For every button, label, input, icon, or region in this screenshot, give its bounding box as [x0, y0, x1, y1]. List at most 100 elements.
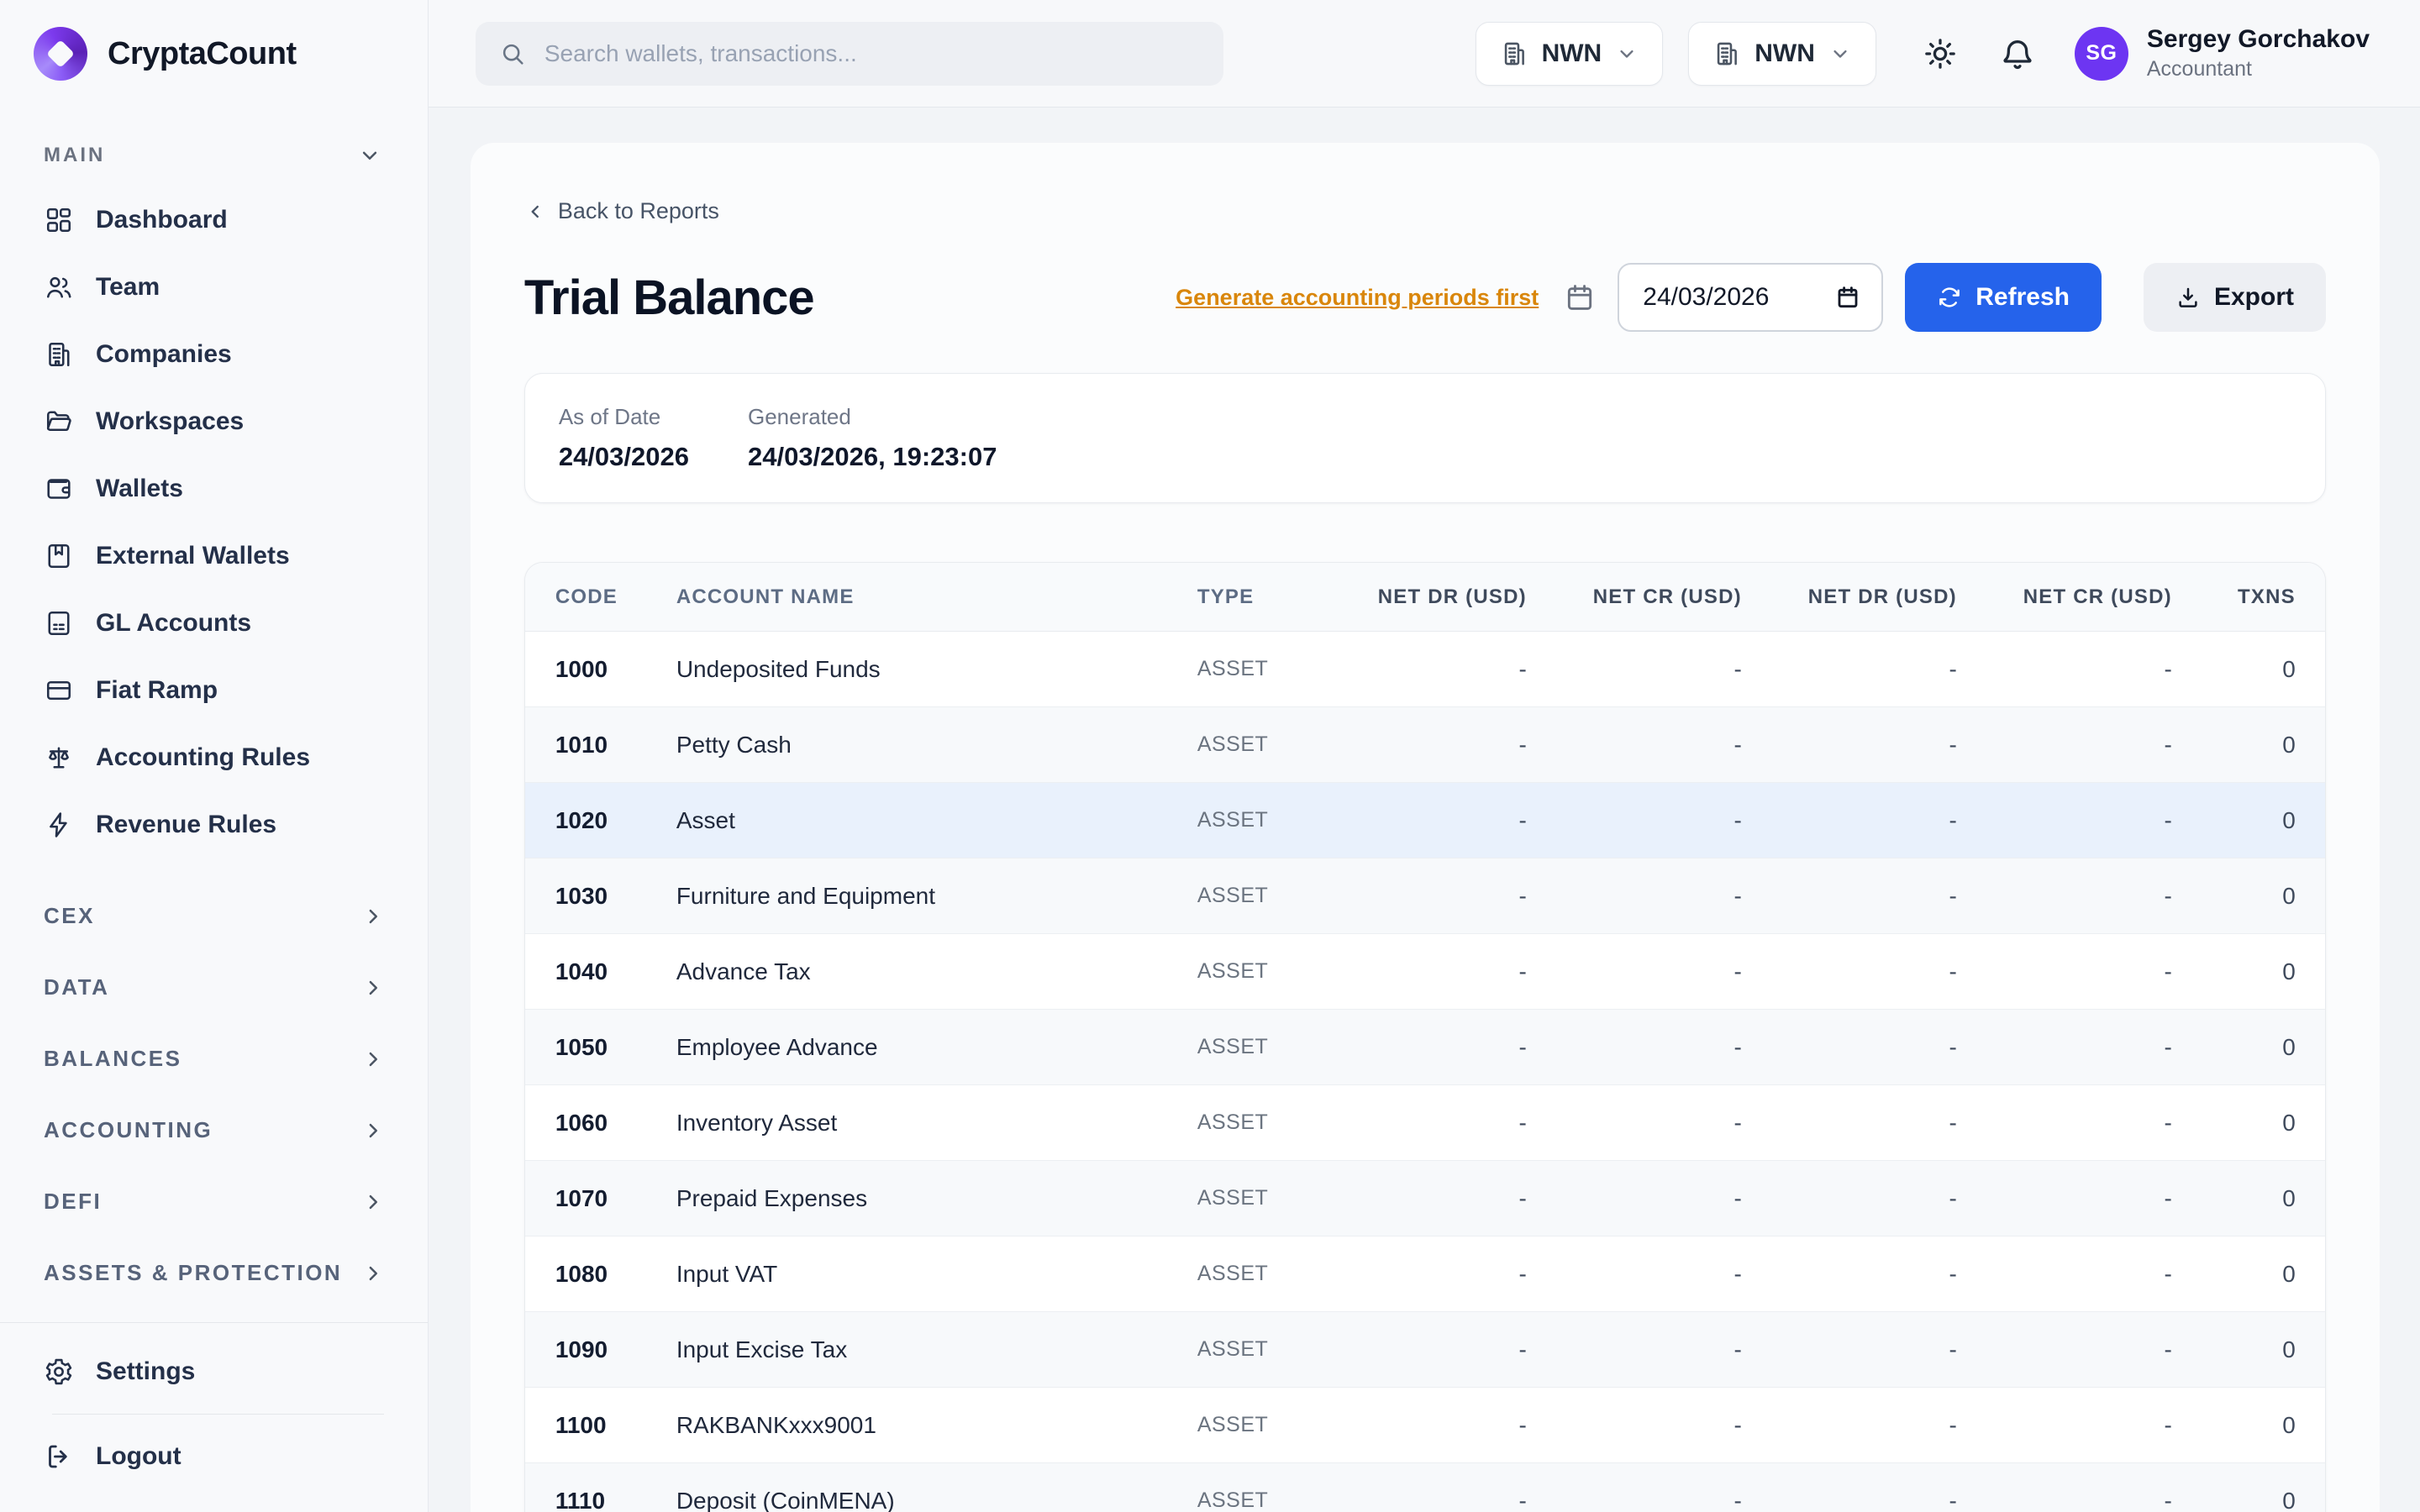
- table-row-1060[interactable]: 1060Inventory AssetASSET----0: [525, 1085, 2325, 1161]
- cell-net-value-3: -: [1742, 1185, 1957, 1212]
- sidebar-item-logout[interactable]: Logout: [42, 1423, 394, 1490]
- wallet-icon: [44, 474, 74, 504]
- sidebar-item-label: Fiat Ramp: [96, 676, 218, 705]
- table-row-1000[interactable]: 1000Undeposited FundsASSET----0: [525, 632, 2325, 707]
- dashboard-icon: [44, 205, 74, 235]
- export-button[interactable]: Export: [2144, 263, 2326, 332]
- table-row-1020[interactable]: 1020AssetASSET----0: [525, 783, 2325, 858]
- sidebar-item-label: Settings: [96, 1357, 195, 1386]
- cell-net-value-2: -: [1527, 1185, 1742, 1212]
- report-date-input[interactable]: 24/03/2026: [1618, 263, 1883, 332]
- top-bar-right: NWN NWN SG Sergey Gorchakov Accountant: [1476, 22, 2370, 86]
- cell-net-value-3: -: [1742, 807, 1957, 834]
- cell-net-value-1: -: [1312, 1412, 1527, 1439]
- sidebar-item-label: Wallets: [96, 475, 183, 503]
- user-menu[interactable]: SG Sergey Gorchakov Accountant: [2075, 25, 2370, 82]
- sidebar-item-label: GL Accounts: [96, 609, 251, 638]
- chevron-right-icon: [360, 975, 386, 1000]
- generate-periods-link[interactable]: Generate accounting periods first: [1176, 285, 1539, 311]
- cell-account-name: Asset: [676, 807, 1197, 834]
- search-input[interactable]: [544, 40, 1200, 67]
- table-row-1100[interactable]: 1100RAKBANKxxx9001ASSET----0: [525, 1388, 2325, 1463]
- sidebar-item-accounting-rules[interactable]: Accounting Rules: [42, 724, 394, 791]
- back-to-reports-link[interactable]: Back to Reports: [524, 198, 719, 224]
- cell-net-value-2: -: [1527, 1110, 1742, 1137]
- chevron-left-icon: [524, 201, 546, 223]
- cell-type: ASSET: [1197, 1488, 1312, 1512]
- column-header-code: CODE: [555, 585, 676, 609]
- date-picker-calendar-icon[interactable]: [1834, 284, 1861, 311]
- cell-net-value-4: -: [1957, 1336, 2172, 1363]
- global-search[interactable]: [476, 22, 1223, 86]
- cell-type: ASSET: [1197, 1035, 1312, 1059]
- table-row-1110[interactable]: 1110Deposit (CoinMENA)ASSET----0: [525, 1463, 2325, 1512]
- generated-value: 24/03/2026, 19:23:07: [748, 442, 997, 472]
- sidebar-item-dashboard[interactable]: Dashboard: [42, 186, 394, 254]
- cell-code: 1050: [555, 1034, 676, 1061]
- sidebar-item-settings[interactable]: Settings: [42, 1338, 394, 1405]
- cell-txns: 0: [2172, 958, 2296, 985]
- workspaces-icon: [44, 407, 74, 437]
- sidebar-group-balances[interactable]: BALANCES: [42, 1023, 394, 1095]
- report-summary-card: As of Date 24/03/2026 Generated 24/03/20…: [524, 373, 2326, 503]
- company-selector-2[interactable]: NWN: [1688, 22, 1876, 86]
- cell-net-value-3: -: [1742, 1261, 1957, 1288]
- sidebar-group-label: DATA: [44, 974, 109, 1000]
- column-header-net-dr-usd-: NET DR (USD): [1742, 585, 1957, 609]
- cell-code: 1110: [555, 1488, 676, 1512]
- sidebar-group-cex[interactable]: CEX: [42, 880, 394, 952]
- cell-code: 1040: [555, 958, 676, 985]
- notifications-bell-icon[interactable]: [1999, 35, 2036, 72]
- column-header-type: TYPE: [1197, 585, 1312, 609]
- sidebar-group-accounting[interactable]: ACCOUNTING: [42, 1095, 394, 1166]
- chevron-right-icon: [360, 904, 386, 929]
- generated-label: Generated: [748, 404, 997, 430]
- cell-txns: 0: [2172, 656, 2296, 683]
- cell-net-value-1: -: [1312, 958, 1527, 985]
- user-info: Sergey Gorchakov Accountant: [2147, 25, 2370, 82]
- sidebar-item-companies[interactable]: Companies: [42, 321, 394, 388]
- table-row-1040[interactable]: 1040Advance TaxASSET----0: [525, 934, 2325, 1010]
- sidebar-group-data[interactable]: DATA: [42, 952, 394, 1023]
- cell-net-value-2: -: [1527, 1261, 1742, 1288]
- sidebar-group-assets-protection[interactable]: ASSETS & PROTECTION: [42, 1237, 394, 1309]
- sidebar-group-label: ASSETS & PROTECTION: [44, 1260, 342, 1286]
- cell-type: ASSET: [1197, 959, 1312, 984]
- chevron-down-icon: [1615, 42, 1639, 66]
- cell-type: ASSET: [1197, 884, 1312, 908]
- sidebar-item-label: Dashboard: [96, 206, 228, 234]
- theme-sun-icon[interactable]: [1922, 35, 1959, 72]
- team-icon: [44, 272, 74, 302]
- cell-account-name: Employee Advance: [676, 1034, 1197, 1061]
- sidebar-item-workspaces[interactable]: Workspaces: [42, 388, 394, 455]
- cell-type: ASSET: [1197, 1413, 1312, 1437]
- sidebar-item-revenue-rules[interactable]: Revenue Rules: [42, 791, 394, 858]
- table-row-1010[interactable]: 1010Petty CashASSET----0: [525, 707, 2325, 783]
- table-row-1080[interactable]: 1080Input VATASSET----0: [525, 1236, 2325, 1312]
- cell-txns: 0: [2172, 883, 2296, 910]
- table-row-1030[interactable]: 1030Furniture and EquipmentASSET----0: [525, 858, 2325, 934]
- cell-txns: 0: [2172, 1110, 2296, 1137]
- cell-account-name: Furniture and Equipment: [676, 883, 1197, 910]
- sidebar-item-gl-accounts[interactable]: GL Accounts: [42, 590, 394, 657]
- cell-net-value-1: -: [1312, 807, 1527, 834]
- refresh-button[interactable]: Refresh: [1905, 263, 2102, 332]
- cell-net-value-1: -: [1312, 732, 1527, 759]
- company-selector-1[interactable]: NWN: [1476, 22, 1664, 86]
- chevron-right-icon: [360, 1189, 386, 1215]
- sidebar-item-wallets[interactable]: Wallets: [42, 455, 394, 522]
- cell-txns: 0: [2172, 1336, 2296, 1363]
- sidebar-item-team[interactable]: Team: [42, 254, 394, 321]
- table-row-1090[interactable]: 1090Input Excise TaxASSET----0: [525, 1312, 2325, 1388]
- sidebar-item-external-wallets[interactable]: External Wallets: [42, 522, 394, 590]
- sidebar-section-main[interactable]: MAIN: [42, 131, 394, 186]
- sidebar-item-fiat-ramp[interactable]: Fiat Ramp: [42, 657, 394, 724]
- generated-block: Generated 24/03/2026, 19:23:07: [748, 404, 997, 472]
- sidebar-collapse-icon[interactable]: [362, 39, 392, 69]
- sidebar-group-defi[interactable]: DEFI: [42, 1166, 394, 1237]
- refresh-icon: [1937, 285, 1962, 310]
- accounting-rules-icon: [44, 743, 74, 773]
- cell-txns: 0: [2172, 732, 2296, 759]
- table-row-1050[interactable]: 1050Employee AdvanceASSET----0: [525, 1010, 2325, 1085]
- table-row-1070[interactable]: 1070Prepaid ExpensesASSET----0: [525, 1161, 2325, 1236]
